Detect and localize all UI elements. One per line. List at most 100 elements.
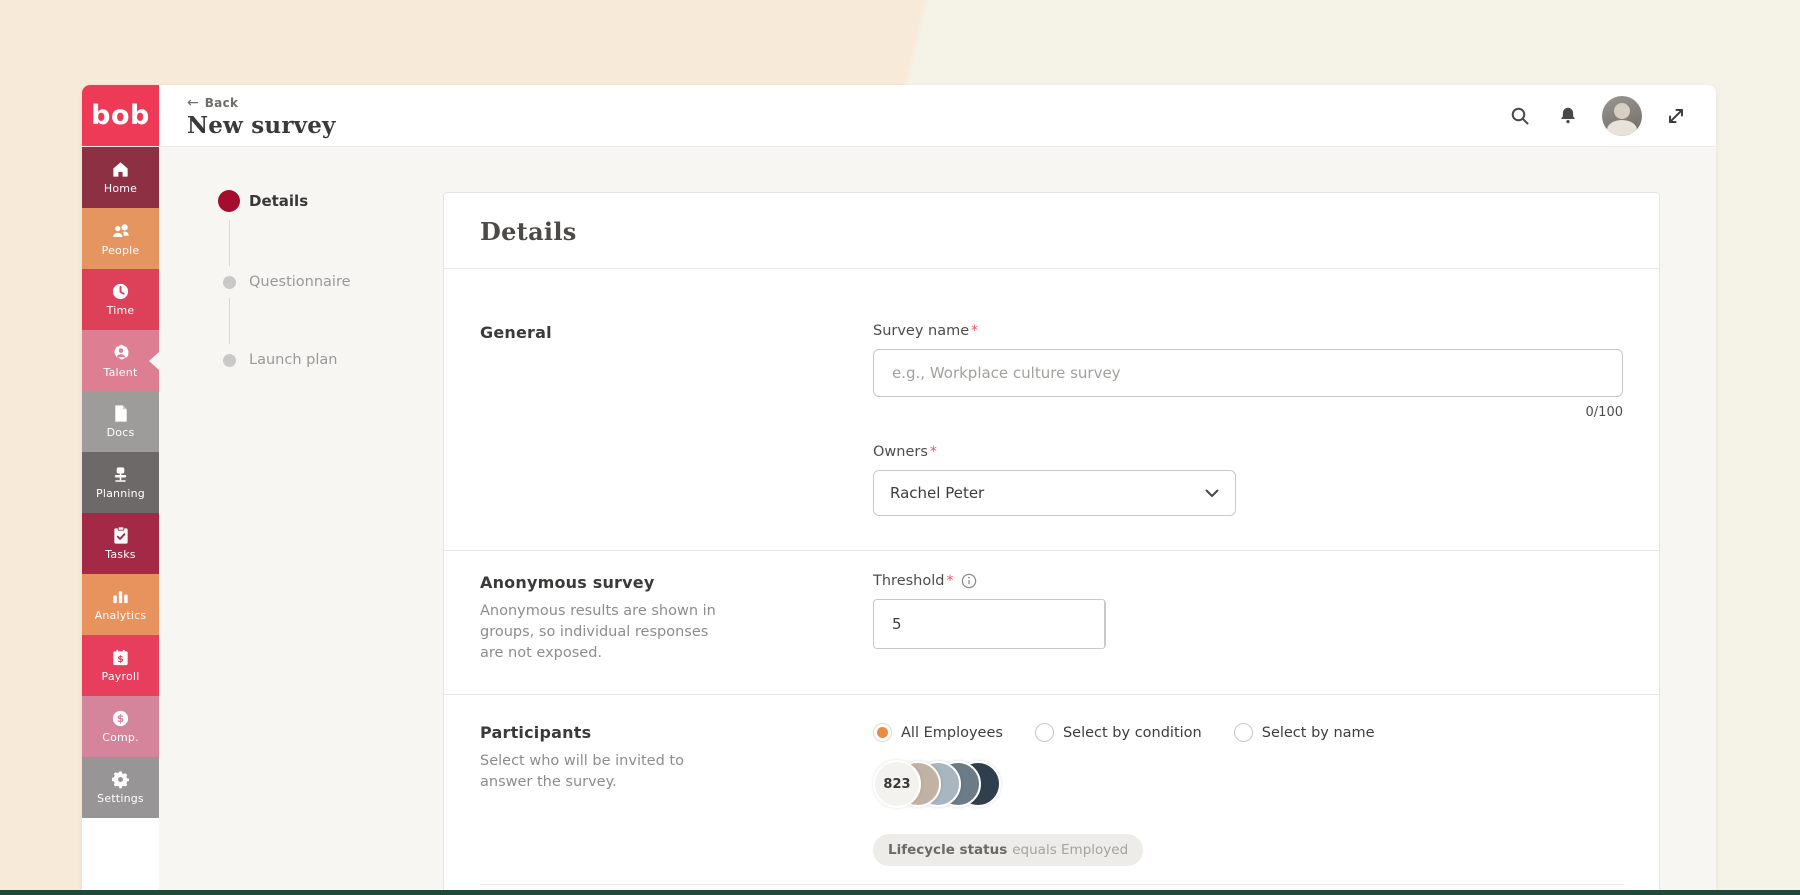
sidebar-item-home[interactable]: Home bbox=[82, 147, 159, 208]
avatar-silhouette-head bbox=[1614, 103, 1630, 119]
participant-count-badge: 823 bbox=[873, 760, 921, 808]
survey-name-input[interactable] bbox=[873, 349, 1623, 397]
avatar-silhouette-torso bbox=[1607, 120, 1637, 136]
step-details[interactable]: Details bbox=[218, 190, 351, 212]
owners-dropdown[interactable]: Rachel Peter bbox=[873, 470, 1236, 516]
step-questionnaire[interactable]: Questionnaire bbox=[218, 274, 351, 290]
header-actions bbox=[1506, 85, 1716, 146]
threshold-input[interactable] bbox=[874, 600, 1104, 648]
app-window: bob ← Back New survey bbox=[82, 85, 1716, 891]
sidebar-item-planning[interactable]: Planning bbox=[82, 452, 159, 513]
step-launch-plan[interactable]: Launch plan bbox=[218, 352, 351, 368]
sidebar-item-docs[interactable]: Docs bbox=[82, 391, 159, 452]
content-area: Details Questionnaire Launch plan Detail… bbox=[159, 147, 1716, 891]
section-title-general: General bbox=[480, 323, 829, 342]
sidebar-item-label: Time bbox=[107, 304, 135, 317]
required-asterisk: * bbox=[930, 444, 937, 460]
card-title: Details bbox=[480, 217, 1623, 246]
back-label: Back bbox=[205, 96, 239, 110]
details-card: Details General Survey name* 0/100 bbox=[443, 192, 1660, 891]
card-header: Details bbox=[444, 193, 1659, 269]
chevron-down-icon bbox=[1105, 633, 1106, 640]
talent-person-icon bbox=[111, 343, 131, 363]
step-dot-idle bbox=[223, 276, 236, 289]
page-title: New survey bbox=[187, 112, 336, 139]
sidebar-item-label: Planning bbox=[96, 487, 145, 500]
sidebar-item-label: Settings bbox=[97, 792, 144, 805]
people-icon bbox=[111, 221, 131, 241]
participants-radio-group: All Employees Select by condition Select… bbox=[873, 723, 1623, 742]
filter-chip-field: Lifecycle status bbox=[888, 842, 1007, 858]
clock-icon bbox=[111, 282, 130, 301]
sidebar-item-label: Talent bbox=[104, 366, 138, 379]
owners-label: Owners* bbox=[873, 444, 1623, 460]
sidebar-item-analytics[interactable]: Analytics bbox=[82, 574, 159, 635]
window-bottom-edge bbox=[0, 890, 1800, 895]
threshold-label: Threshold* bbox=[873, 573, 1623, 589]
svg-text:$: $ bbox=[117, 713, 124, 725]
required-asterisk: * bbox=[971, 323, 978, 339]
sidebar-item-label: Analytics bbox=[95, 609, 147, 622]
sidebar-item-comp[interactable]: $ Comp. bbox=[82, 696, 159, 757]
sidebar-item-payroll[interactable]: $ Payroll bbox=[82, 635, 159, 696]
home-icon bbox=[111, 160, 130, 179]
gear-icon bbox=[111, 770, 130, 789]
sidebar-item-label: Comp. bbox=[102, 731, 139, 744]
threshold-increment-button[interactable] bbox=[1105, 600, 1106, 624]
svg-text:$: $ bbox=[117, 655, 123, 665]
required-asterisk: * bbox=[946, 573, 953, 589]
participants-section: Participants Select who will be invited … bbox=[444, 694, 1659, 866]
step-connector bbox=[229, 298, 230, 344]
header-title-block: ← Back New survey bbox=[159, 85, 336, 146]
radio-select-by-name[interactable]: Select by name bbox=[1234, 723, 1375, 742]
calendar-dollar-icon: $ bbox=[111, 648, 130, 667]
clipboard-check-icon bbox=[112, 526, 130, 545]
search-icon[interactable] bbox=[1506, 102, 1534, 130]
participants-avatar-stack[interactable]: 823 bbox=[873, 760, 1623, 808]
general-section: General Survey name* 0/100 Owners* bbox=[444, 269, 1659, 550]
expand-icon[interactable] bbox=[1662, 102, 1690, 130]
dollar-circle-icon: $ bbox=[111, 709, 130, 728]
bell-icon[interactable] bbox=[1554, 102, 1582, 130]
sidebar-item-label: People bbox=[102, 244, 140, 257]
step-dot-active bbox=[218, 190, 240, 212]
chevron-down-icon bbox=[1205, 489, 1219, 498]
card-bottom-divider bbox=[480, 884, 1623, 885]
sidebar-item-talent[interactable]: Talent bbox=[82, 330, 159, 391]
sidebar-nav: Home People Time bbox=[82, 147, 159, 891]
back-arrow-icon: ← bbox=[187, 96, 199, 110]
participants-description: Select who will be invited to answer the… bbox=[480, 751, 735, 793]
active-item-notch bbox=[149, 352, 159, 370]
owners-value: Rachel Peter bbox=[890, 484, 984, 502]
chair-icon bbox=[111, 465, 130, 484]
step-dot-idle bbox=[223, 354, 236, 367]
sidebar-item-settings[interactable]: Settings bbox=[82, 757, 159, 818]
step-label: Launch plan bbox=[249, 352, 337, 368]
radio-all-employees[interactable]: All Employees bbox=[873, 723, 1003, 742]
sidebar-item-label: Tasks bbox=[105, 548, 135, 561]
radio-select-by-condition[interactable]: Select by condition bbox=[1035, 723, 1202, 742]
threshold-decrement-button[interactable] bbox=[1105, 624, 1106, 649]
threshold-input-group bbox=[873, 599, 1106, 649]
filter-chip: Lifecycle status equals Employed bbox=[873, 834, 1143, 866]
user-avatar[interactable] bbox=[1602, 96, 1642, 136]
bob-logo[interactable]: bob bbox=[82, 85, 159, 146]
back-button[interactable]: ← Back bbox=[187, 96, 336, 110]
info-icon[interactable] bbox=[961, 573, 977, 589]
radio-selected-icon bbox=[873, 723, 892, 742]
sidebar-item-label: Payroll bbox=[102, 670, 140, 683]
step-label: Details bbox=[249, 192, 308, 210]
step-label: Questionnaire bbox=[249, 274, 351, 290]
anonymous-description: Anonymous results are shown in groups, s… bbox=[480, 601, 735, 664]
char-counter: 0/100 bbox=[873, 405, 1623, 420]
section-title-participants: Participants bbox=[480, 723, 829, 742]
sidebar-item-time[interactable]: Time bbox=[82, 269, 159, 330]
survey-stepper: Details Questionnaire Launch plan bbox=[218, 190, 351, 368]
sidebar-item-people[interactable]: People bbox=[82, 208, 159, 269]
sidebar-item-label: Docs bbox=[107, 426, 135, 439]
sidebar-item-tasks[interactable]: Tasks bbox=[82, 513, 159, 574]
radio-unselected-icon bbox=[1035, 723, 1054, 742]
sidebar-item-label: Home bbox=[104, 182, 137, 195]
radio-unselected-icon bbox=[1234, 723, 1253, 742]
chevron-up-icon bbox=[1105, 608, 1106, 615]
